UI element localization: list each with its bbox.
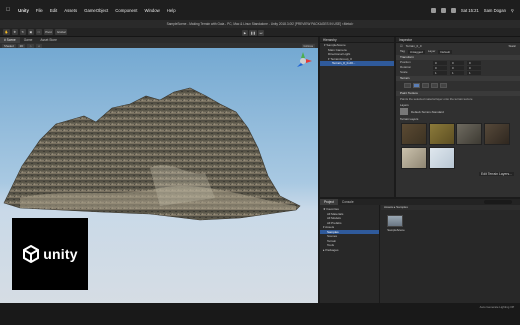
- tag-dropdown[interactable]: Untagged: [407, 49, 425, 54]
- tag-label: Tag: [400, 49, 405, 53]
- status-text: Auto Generate Lighting Off: [479, 305, 514, 309]
- asset-name: SampleScene: [387, 228, 405, 232]
- rotate-tool-icon[interactable]: ↻: [19, 29, 26, 35]
- play-icon[interactable]: ▶: [242, 29, 248, 36]
- layer-thumb[interactable]: [428, 123, 455, 145]
- rotation-y-field[interactable]: 0: [450, 65, 464, 70]
- search-icon[interactable]: ⚲: [511, 8, 514, 13]
- move-tool-icon[interactable]: ✥: [11, 29, 18, 35]
- material-name[interactable]: Default-Terrain-Standard: [411, 108, 444, 116]
- project-assets: Assets ▸ Samples SampleScene: [381, 205, 520, 303]
- clock-text[interactable]: Sat 15:21: [461, 8, 479, 13]
- shading-mode-dropdown[interactable]: Shaded: [2, 43, 16, 48]
- play-controls: ▶ ❚❚ ⏭: [242, 29, 265, 36]
- hierarchy-panel: Hierarchy ▾ SampleScene Main Camera Dire…: [320, 37, 394, 197]
- material-thumbnail-icon: [400, 108, 408, 115]
- layer-dropdown[interactable]: Default: [438, 49, 453, 54]
- menu-assets[interactable]: Assets: [64, 8, 77, 13]
- step-icon[interactable]: ⏭: [258, 29, 265, 36]
- gizmos-dropdown[interactable]: Gizmos: [301, 43, 315, 48]
- volume-icon[interactable]: [450, 7, 456, 13]
- mac-menu-bar:  Unity File Edit Assets GameObject Comp…: [0, 0, 520, 20]
- global-toggle[interactable]: Global: [55, 29, 68, 35]
- project-search-input[interactable]: [484, 200, 512, 204]
- tree-item[interactable]: ▸ Packages: [320, 248, 379, 253]
- logo-text: unity: [43, 246, 78, 262]
- rect-tool-icon[interactable]: □: [35, 29, 42, 35]
- scale-label: Scale: [400, 70, 408, 74]
- terrain-tools: [396, 81, 520, 90]
- pivot-toggle[interactable]: Pivot: [43, 29, 54, 35]
- layer-thumb[interactable]: [483, 123, 510, 145]
- scale-tool-icon[interactable]: ▣: [27, 29, 34, 35]
- scale-x-field[interactable]: 1: [433, 70, 447, 75]
- hierarchy-row-selected[interactable]: Terrain_0_0-20...: [320, 61, 394, 66]
- layer-thumb[interactable]: [401, 146, 427, 169]
- settings-icon[interactable]: [440, 83, 447, 88]
- pause-icon[interactable]: ❚❚: [249, 29, 258, 36]
- status-bar: Auto Generate Lighting Off: [0, 303, 520, 325]
- static-checkbox[interactable]: Static: [508, 43, 516, 49]
- scale-y-field[interactable]: 1: [450, 70, 464, 75]
- window-title: SampleScene - Making Terrain with Gaia -…: [0, 20, 520, 28]
- rotation-x-field[interactable]: 0: [433, 65, 447, 70]
- 2d-toggle[interactable]: 2D: [17, 43, 26, 48]
- detail-icon[interactable]: [431, 83, 438, 88]
- layer-thumb[interactable]: [456, 123, 482, 145]
- rotation-z-field[interactable]: 0: [467, 65, 481, 70]
- editor-toolbar: ✋ ✥ ↻ ▣ □ Pivot Global ▶ ❚❚ ⏭: [0, 28, 520, 37]
- layer-thumb[interactable]: [401, 123, 427, 145]
- scene-asset-icon: [387, 215, 403, 227]
- unity-cube-icon: [23, 245, 40, 263]
- inspector-panel: Inspector ☑ Terrain_0_0 Static Tag Untag…: [396, 37, 520, 197]
- orientation-gizmo-icon[interactable]: [294, 52, 312, 70]
- project-tree: ★ Favorites All Materials All Models All…: [320, 205, 380, 303]
- position-x-field[interactable]: 0: [433, 60, 447, 65]
- menu-edit[interactable]: Edit: [50, 8, 57, 13]
- menu-window[interactable]: Window: [144, 8, 159, 13]
- position-z-field[interactable]: 0: [467, 60, 481, 65]
- battery-icon[interactable]: [440, 7, 446, 13]
- audio-toggle-icon[interactable]: ♫: [35, 43, 42, 48]
- wifi-icon[interactable]: [430, 7, 436, 13]
- edit-terrain-layers-button[interactable]: Edit Terrain Layers...: [478, 171, 514, 176]
- lighting-toggle-icon[interactable]: ☼: [27, 43, 34, 48]
- tree-icon[interactable]: [422, 83, 429, 88]
- terrain-layer-palette: [396, 122, 520, 170]
- layer-label: Layer: [427, 49, 436, 53]
- raise-terrain-icon[interactable]: [404, 83, 411, 88]
- scale-z-field[interactable]: 1: [467, 70, 481, 75]
- menu-gameobject[interactable]: GameObject: [84, 8, 108, 13]
- position-y-field[interactable]: 0: [450, 60, 464, 65]
- breadcrumb[interactable]: Assets ▸ Samples: [381, 205, 520, 210]
- menu-app-name[interactable]: Unity: [18, 8, 29, 13]
- asset-item[interactable]: SampleScene: [387, 215, 405, 232]
- menu-component[interactable]: Component: [115, 8, 137, 13]
- project-panel: Project Console ★ Favorites All Material…: [320, 199, 520, 303]
- menu-tray: Sat 15:21 Sam Dogan ⚲: [430, 0, 514, 20]
- object-name-field[interactable]: Terrain_0_0: [406, 43, 422, 49]
- user-name[interactable]: Sam Dogan: [484, 8, 506, 13]
- layer-thumb[interactable]: [428, 146, 455, 169]
- hand-tool-icon[interactable]: ✋: [3, 29, 10, 35]
- menu-help[interactable]: Help: [167, 8, 176, 13]
- paint-terrain-icon[interactable]: [413, 83, 420, 88]
- menu-file[interactable]: File: [36, 8, 43, 13]
- unity-logo: unity: [12, 218, 88, 290]
- apple-icon[interactable]: : [6, 7, 10, 13]
